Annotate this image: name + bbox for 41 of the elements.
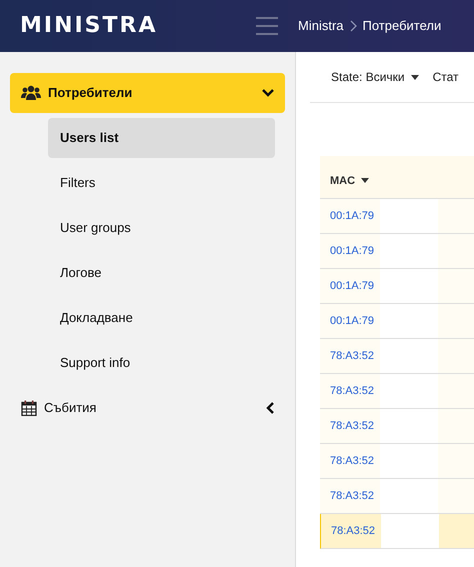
mac-link[interactable]: 00:1A:79 [320,269,380,303]
table-row[interactable]: 78:A3:52 [320,409,474,444]
submenu-item[interactable]: User groups [48,208,275,248]
column-header[interactable]: MAC [330,172,370,189]
mac-link[interactable]: 00:1A:79 [320,199,380,233]
submenu-item[interactable]: Докладване [48,298,275,338]
table-row[interactable]: 78:A3:52 [320,374,474,409]
table-row[interactable]: 78:A3:52 [320,339,474,374]
table-row[interactable]: 78:A3:52 [320,514,474,549]
mac-link[interactable]: 00:1A:79 [320,304,380,338]
mac-link[interactable]: 78:A3:52 [320,409,380,443]
filter-dropdown[interactable]: Стат [432,68,459,86]
mac-link[interactable]: 78:A3:52 [320,374,380,408]
submenu-item[interactable]: Filters [48,163,275,203]
chevron-down-icon [262,89,274,97]
breadcrumb-link[interactable]: Потребители [362,16,442,36]
users-icon [21,85,41,101]
sort-icon [361,178,370,184]
sidebar-item[interactable]: Потребители [10,73,285,113]
menu-icon[interactable] [256,17,278,35]
mac-link[interactable]: 78:A3:52 [320,339,380,373]
logo[interactable]: MINISTRA [20,15,202,37]
mac-link[interactable]: 78:A3:52 [321,514,381,548]
table-row[interactable]: 00:1A:79 [320,304,474,339]
chevron-left-icon [266,402,274,414]
filter-dropdown[interactable]: State: Всички [331,68,419,86]
table-row[interactable]: 00:1A:79 [320,269,474,304]
submenu-item[interactable]: Users list [48,118,275,158]
mac-link[interactable]: 00:1A:79 [320,234,380,268]
submenu-item[interactable]: Support info [48,343,275,383]
mac-link[interactable]: 78:A3:52 [320,479,380,513]
mac-link[interactable]: 78:A3:52 [320,444,380,478]
sidebar-item[interactable]: Събития [10,388,285,428]
table-row[interactable]: 78:A3:52 [320,479,474,514]
table-row[interactable]: 00:1A:79 [320,199,474,234]
calendar-icon [21,400,37,416]
chevron-right-icon [350,20,357,32]
table-row[interactable]: 78:A3:52 [320,444,474,479]
breadcrumb-link[interactable]: Ministra [298,16,344,36]
table-row[interactable]: 00:1A:79 [320,234,474,269]
submenu-item[interactable]: Логове [48,253,275,293]
